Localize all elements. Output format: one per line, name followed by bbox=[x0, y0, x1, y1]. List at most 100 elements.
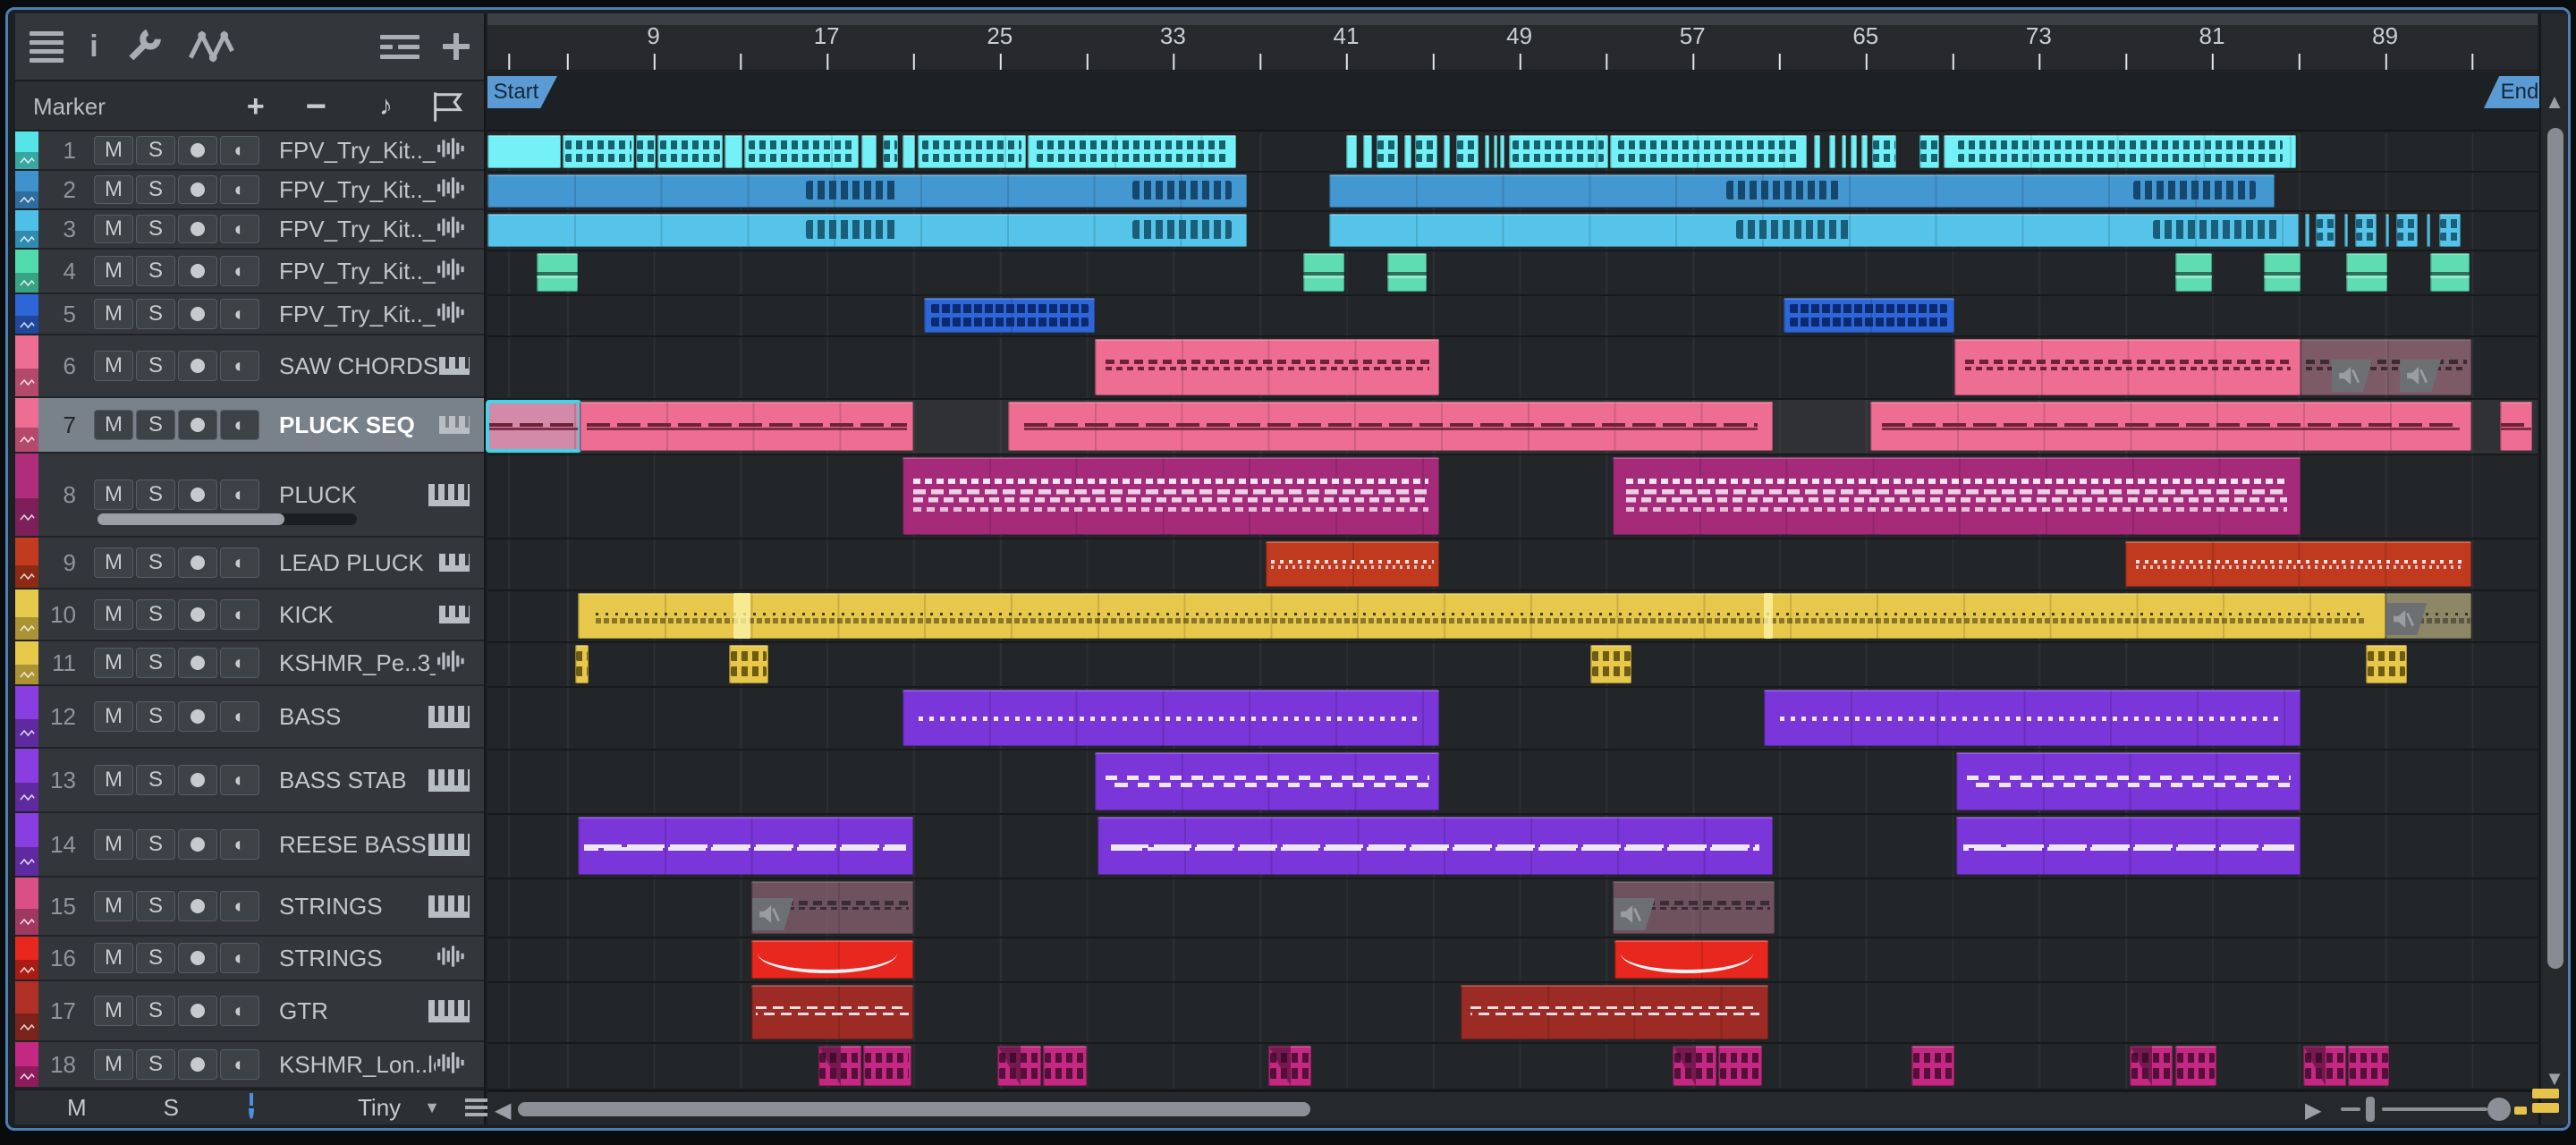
track-color-tab[interactable] bbox=[15, 937, 38, 980]
add-marker-button[interactable]: + bbox=[247, 89, 265, 124]
clip-track16[interactable] bbox=[750, 940, 913, 979]
automation-lane-icon[interactable] bbox=[15, 665, 38, 684]
clip-track4[interactable] bbox=[2346, 253, 2387, 292]
monitor-button[interactable]: ◐ bbox=[220, 648, 259, 678]
track-color-tab[interactable] bbox=[15, 454, 38, 536]
automation-lane-icon[interactable] bbox=[15, 908, 38, 935]
clip-track1[interactable] bbox=[917, 135, 1026, 168]
record-button[interactable] bbox=[178, 136, 217, 165]
clip-track4[interactable] bbox=[2174, 253, 2213, 292]
clip-track17[interactable] bbox=[750, 985, 913, 1039]
clip-track5[interactable] bbox=[924, 298, 1096, 333]
clip-track4[interactable] bbox=[2264, 253, 2301, 292]
clip-track1[interactable] bbox=[1404, 135, 1411, 168]
track-lane-3[interactable] bbox=[487, 212, 2538, 251]
clip-track18[interactable] bbox=[1673, 1046, 1716, 1086]
record-button[interactable] bbox=[178, 829, 217, 860]
clip-track1[interactable] bbox=[1943, 135, 2297, 168]
mute-button[interactable]: M bbox=[94, 1049, 133, 1080]
mute-button[interactable]: M bbox=[94, 943, 133, 973]
track-color-tab[interactable] bbox=[15, 749, 38, 811]
track-lane-5[interactable] bbox=[487, 296, 2538, 337]
track-lane-17[interactable] bbox=[487, 983, 2538, 1044]
music-note-icon[interactable]: ♪ bbox=[379, 91, 393, 122]
clip-track18[interactable] bbox=[1267, 1046, 1312, 1086]
track-row-17[interactable]: 17 M S ◐ GTR bbox=[15, 981, 484, 1042]
clip-track18[interactable] bbox=[863, 1046, 911, 1086]
solo-button[interactable]: S bbox=[136, 256, 175, 286]
clip-track18[interactable] bbox=[818, 1046, 861, 1086]
mute-button[interactable]: M bbox=[94, 256, 133, 286]
mute-button[interactable]: M bbox=[94, 829, 133, 860]
record-button[interactable] bbox=[178, 648, 217, 678]
flag-icon[interactable] bbox=[430, 90, 466, 123]
monitor-button[interactable]: ◐ bbox=[220, 1049, 259, 1080]
clip-track1[interactable] bbox=[1610, 135, 1808, 168]
footer-menu-icon[interactable] bbox=[465, 1098, 488, 1116]
record-button[interactable] bbox=[178, 599, 217, 630]
clip-track14[interactable] bbox=[1097, 817, 1773, 875]
solo-button[interactable]: S bbox=[136, 829, 175, 860]
track-row-2[interactable]: 2MS ◐ FPV_Try_Kit.._Dry bbox=[15, 171, 484, 210]
monitor-button[interactable]: ◐ bbox=[220, 175, 259, 204]
track-row-3[interactable]: 3MS ◐ FPV_Try_Kit.._Dry bbox=[15, 210, 484, 250]
scroll-right-icon[interactable]: ▶ bbox=[2305, 1098, 2321, 1124]
zoom-slider-track[interactable] bbox=[2341, 1107, 2360, 1111]
clip-track1[interactable] bbox=[1872, 135, 1896, 168]
clip-track5[interactable] bbox=[1783, 298, 1954, 333]
monitor-button[interactable]: ◐ bbox=[220, 215, 259, 243]
zoom-preset-icons[interactable] bbox=[2509, 1087, 2566, 1124]
clip-track1[interactable] bbox=[724, 135, 742, 168]
clip-track1[interactable] bbox=[1376, 135, 1399, 168]
track-row-5[interactable]: 5MS ◐ FPV_Try_Kit.._Dry bbox=[15, 294, 484, 335]
clip-track14[interactable] bbox=[577, 817, 913, 875]
clip-track3[interactable] bbox=[2305, 214, 2309, 247]
track-color-tab[interactable] bbox=[15, 981, 38, 1040]
clip-track10[interactable] bbox=[733, 593, 751, 639]
automation-lane-icon[interactable] bbox=[15, 783, 38, 811]
clip-track4[interactable] bbox=[2430, 253, 2470, 292]
automation-lane-icon[interactable] bbox=[15, 151, 38, 169]
automation-lane-icon[interactable] bbox=[15, 1014, 38, 1040]
clip-track7[interactable] bbox=[1869, 402, 2472, 451]
solo-button[interactable]: S bbox=[136, 996, 175, 1026]
track-lane-12[interactable] bbox=[487, 688, 2538, 751]
track-size-select[interactable]: Tiny bbox=[358, 1094, 401, 1122]
automation-lane-icon[interactable] bbox=[15, 1066, 38, 1087]
clip-track1[interactable] bbox=[1499, 135, 1504, 168]
record-button[interactable] bbox=[178, 765, 217, 795]
clip-track1[interactable] bbox=[1415, 135, 1437, 168]
track-lane-10[interactable] bbox=[487, 591, 2538, 643]
track-color-tab[interactable] bbox=[15, 335, 38, 396]
track-row-9[interactable]: 9 M S ◐ LEAD PLUCK bbox=[15, 538, 484, 589]
zoom-slider-track[interactable] bbox=[2382, 1107, 2487, 1111]
wrench-icon[interactable] bbox=[124, 29, 164, 64]
clip-track3[interactable] bbox=[2395, 214, 2418, 247]
mute-button[interactable]: M bbox=[94, 410, 133, 440]
automation-lane-icon[interactable] bbox=[15, 427, 38, 452]
record-button[interactable] bbox=[178, 943, 217, 973]
clip-track15[interactable] bbox=[750, 881, 913, 934]
clip-track1[interactable] bbox=[902, 135, 916, 168]
track-lane-8[interactable] bbox=[487, 455, 2538, 539]
monitor-button[interactable]: ◐ bbox=[220, 891, 259, 921]
clip-track7[interactable] bbox=[2499, 402, 2533, 451]
clip-track3[interactable] bbox=[2385, 214, 2390, 247]
end-marker-flag[interactable]: End bbox=[2484, 76, 2543, 108]
track-color-tab[interactable] bbox=[15, 250, 38, 293]
track-lane-15[interactable] bbox=[487, 879, 2538, 938]
power-icon[interactable] bbox=[249, 1096, 255, 1119]
clip-track9[interactable] bbox=[1266, 541, 1440, 587]
mute-button[interactable]: M bbox=[94, 175, 133, 204]
solo-button[interactable]: S bbox=[136, 891, 175, 921]
solo-button[interactable]: S bbox=[136, 479, 175, 510]
scroll-left-icon[interactable]: ◀ bbox=[495, 1098, 511, 1124]
automation-lane-icon[interactable] bbox=[15, 719, 38, 747]
clip-track1[interactable] bbox=[883, 135, 899, 168]
clip-track3[interactable] bbox=[2343, 214, 2349, 247]
solo-button[interactable]: S bbox=[136, 943, 175, 973]
monitor-button[interactable]: ◐ bbox=[220, 136, 259, 165]
clip-track10[interactable] bbox=[577, 593, 2385, 639]
clip-track11[interactable] bbox=[575, 645, 589, 683]
mute-button[interactable]: M bbox=[94, 765, 133, 795]
